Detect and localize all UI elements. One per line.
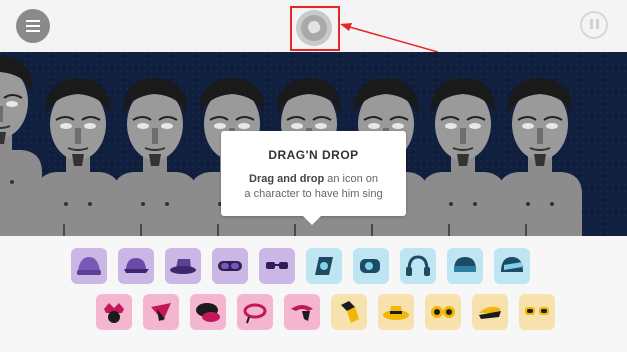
tray-icon-goggles[interactable] [212,248,248,284]
tray-icon-headphones[interactable] [400,248,436,284]
tooltip-body-line1: an icon on [324,173,378,185]
round-glasses-icon [431,306,455,318]
tray-icon-round-glasses[interactable] [425,294,461,330]
tray-icon-hat[interactable] [165,248,201,284]
cap-icon [124,258,149,273]
menu-icon [26,19,40,34]
shades-icon [525,307,549,315]
beret-icon [196,303,220,322]
top-bar [0,0,627,53]
helmet-icon [454,257,476,272]
tray-icon-sunglasses[interactable] [259,248,295,284]
tray-icon-beanie[interactable] [71,248,107,284]
tie-icon [341,301,359,323]
tray-icon-beret[interactable] [190,294,226,330]
goggles-icon [218,261,242,271]
tray-icon-fan-hat[interactable] [143,294,179,330]
tray-icon-tie[interactable] [331,294,367,330]
wide-hat-icon [479,306,501,319]
pause-button[interactable] [580,11,608,39]
pause-icon [588,16,600,34]
tray-icon-crown-hat[interactable] [96,294,132,330]
menu-button[interactable] [16,9,50,43]
tray-icon-ring-glasses[interactable] [237,294,273,330]
tray-icon-visor-helmet[interactable] [494,248,530,284]
tooltip-body: Drag and drop an icon on a character to h… [235,172,392,202]
fan-hat-icon [151,303,171,321]
tray-icon-cap[interactable] [118,248,154,284]
visor-helmet-icon [501,257,523,272]
tray-icon-swoop-hat[interactable] [284,294,320,330]
tray-icon-wide-hat[interactable] [472,294,508,330]
visor-icon [360,259,380,273]
swoop-hat-icon [291,305,313,321]
tooltip-body-line2: a character to have him sing [244,188,383,200]
ring-glasses-icon [243,303,267,324]
drag-drop-tooltip: DRAG'N DROP Drag and drop an icon on a ch… [221,131,406,225]
tray-icon-helmet[interactable] [447,248,483,284]
highlight-box [290,6,340,51]
tray-icon-shades[interactable] [519,294,555,330]
hat-icon [170,259,196,274]
straw-hat-icon [383,306,409,320]
tray-icon-visor[interactable] [353,248,389,284]
tray-icon-eye-mask[interactable] [306,248,342,284]
sunglasses-icon [266,262,288,269]
tooltip-body-bold: Drag and drop [249,173,325,185]
eye-mask-icon [315,257,333,275]
annotation-arrow [340,23,438,53]
crown-hat-icon [104,303,124,323]
beanie-icon [77,257,101,275]
tray-icon-straw-hat[interactable] [378,294,414,330]
icon-tray [0,236,627,352]
tooltip-title: DRAG'N DROP [268,148,359,162]
headphones-icon [406,255,430,276]
